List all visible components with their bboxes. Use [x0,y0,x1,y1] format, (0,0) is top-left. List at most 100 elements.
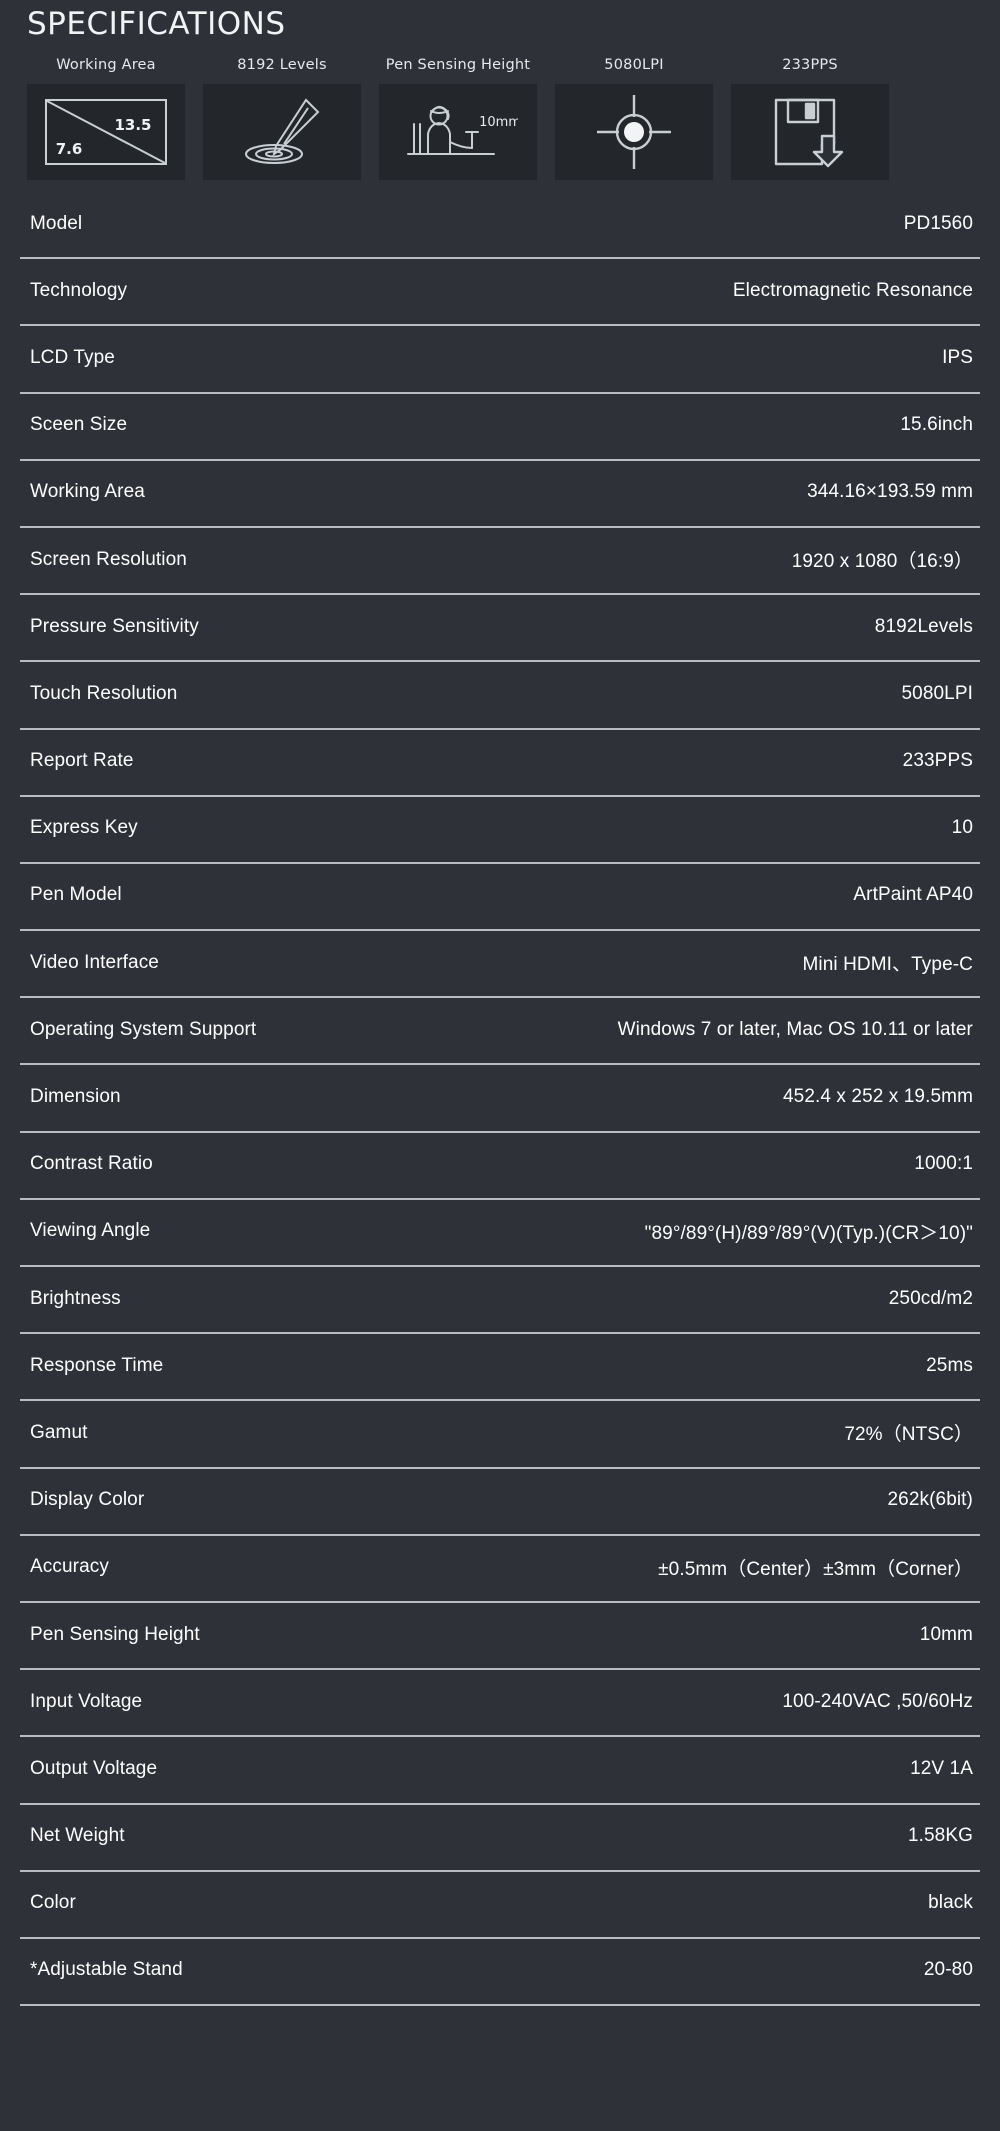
table-row: *Adjustable Stand 20-80 [0,1937,1000,2004]
table-row: Pressure Sensitivity 8192Levels [0,593,1000,660]
table-row: Dimension 452.4 x 252 x 19.5mm [0,1063,1000,1130]
spec-key: Working Area [30,481,145,503]
spec-value: 15.6inch [900,414,973,436]
table-row: Screen Resolution 1920 x 1080（16:9） [0,526,1000,593]
spec-value: ±0.5mm（Center）±3mm（Corner） [658,1554,973,1581]
svg-text:7.6: 7.6 [56,140,83,158]
spec-key: Model [30,213,82,235]
spec-key: Video Interface [30,952,159,974]
spec-key: Accuracy [30,1556,109,1578]
spec-key: Pressure Sensitivity [30,616,199,638]
spec-value: "89°/89°(H)/89°/89°(V)(Typ.)(CR＞10)" [645,1218,973,1245]
crosshair-target-icon [555,84,713,180]
spec-value: 25ms [926,1355,973,1377]
feature-working-area: Working Area 13.5 7.6 [27,57,185,180]
feature-label: 233PPS [782,57,838,73]
table-row: Viewing Angle "89°/89°(H)/89°/89°(V)(Typ… [0,1198,1000,1265]
report-rate-save-icon [731,84,889,180]
spec-value: 5080LPI [902,683,974,705]
spec-key: Response Time [30,1355,163,1377]
table-row: Report Rate 233PPS [0,728,1000,795]
feature-pressure-levels: 8192 Levels [203,57,361,180]
feature-pen-sensing-height: Pen Sensing Height 10m [379,57,537,180]
feature-label: Pen Sensing Height [386,57,530,73]
spec-value: 20-80 [924,1959,973,1981]
spec-value: PD1560 [904,213,973,235]
table-row: Brightness 250cd/m2 [0,1265,1000,1332]
table-row: Express Key 10 [0,795,1000,862]
spec-value: ArtPaint AP40 [853,884,973,906]
feature-touch-resolution: 5080LPI [555,57,713,180]
spec-key: Contrast Ratio [30,1153,153,1175]
table-row: Sceen Size 15.6inch [0,392,1000,459]
table-row: Model PD1560 [0,190,1000,257]
spec-value: 10mm [920,1624,973,1646]
spec-key: Input Voltage [30,1691,142,1713]
pen-hover-height-icon: 10mm [379,84,537,180]
specifications-page: SPECIFICATIONS Working Area 13.5 7.6 819… [0,0,1000,2131]
spec-value: 1.58KG [908,1825,973,1847]
spec-value: 262k(6bit) [888,1489,974,1511]
table-row: Working Area 344.16×193.59 mm [0,459,1000,526]
spec-key: Dimension [30,1086,121,1108]
table-row: Display Color 262k(6bit) [0,1467,1000,1534]
stylus-pressure-icon [203,84,361,180]
spec-value: 10 [952,817,973,839]
table-row: Response Time 25ms [0,1332,1000,1399]
table-row: Pen Sensing Height 10mm [0,1601,1000,1668]
table-bottom-divider [20,2004,980,2006]
spec-value: Electromagnetic Resonance [733,280,973,302]
spec-key: LCD Type [30,347,115,369]
spec-value: 344.16×193.59 mm [807,481,973,503]
spec-value: Windows 7 or later, Mac OS 10.11 or late… [618,1019,973,1041]
spec-value: 12V 1A [910,1758,973,1780]
feature-strip: Working Area 13.5 7.6 8192 Levels [27,57,973,180]
table-row: Gamut 72%（NTSC） [0,1399,1000,1466]
table-row: Color black [0,1870,1000,1937]
table-row: LCD Type IPS [0,324,1000,391]
spec-value: Mini HDMI、Type-C [802,949,973,976]
spec-key: Sceen Size [30,414,127,436]
spec-key: Touch Resolution [30,683,177,705]
specification-table: Model PD1560 Technology Electromagnetic … [0,190,1000,2006]
table-row: Input Voltage 100-240VAC ,50/60Hz [0,1668,1000,1735]
spec-key: Pen Model [30,884,122,906]
table-row: Output Voltage 12V 1A [0,1735,1000,1802]
feature-label: 5080LPI [604,57,663,73]
spec-key: Pen Sensing Height [30,1624,200,1646]
spec-value: IPS [942,347,973,369]
spec-value: 233PPS [903,750,973,772]
table-row: Pen Model ArtPaint AP40 [0,862,1000,929]
spec-key: Brightness [30,1288,121,1310]
spec-key: Net Weight [30,1825,125,1847]
spec-key: Viewing Angle [30,1220,150,1242]
spec-key: Output Voltage [30,1758,157,1780]
feature-report-rate: 233PPS [731,57,889,180]
spec-value: 72%（NTSC） [844,1419,973,1446]
page-title: SPECIFICATIONS [27,6,286,42]
spec-value: 250cd/m2 [889,1288,973,1310]
spec-key: Gamut [30,1422,88,1444]
svg-text:13.5: 13.5 [114,116,151,134]
spec-value: 452.4 x 252 x 19.5mm [783,1086,973,1108]
table-row: Operating System Support Windows 7 or la… [0,996,1000,1063]
spec-key: Operating System Support [30,1019,256,1041]
spec-key: Technology [30,280,127,302]
screen-diagonal-icon: 13.5 7.6 [27,84,185,180]
spec-key: Express Key [30,817,138,839]
table-row: Contrast Ratio 1000:1 [0,1131,1000,1198]
table-row: Video Interface Mini HDMI、Type-C [0,929,1000,996]
spec-value: 8192Levels [875,616,973,638]
spec-key: Color [30,1892,76,1914]
table-row: Touch Resolution 5080LPI [0,660,1000,727]
spec-key: *Adjustable Stand [30,1959,183,1981]
feature-label: Working Area [56,57,156,73]
spec-value: 100-240VAC ,50/60Hz [782,1691,973,1713]
spec-key: Screen Resolution [30,549,187,571]
feature-label: 8192 Levels [237,57,327,73]
spec-value: 1000:1 [914,1153,973,1175]
spec-value: black [928,1892,973,1914]
table-row: Accuracy ±0.5mm（Center）±3mm（Corner） [0,1534,1000,1601]
spec-key: Report Rate [30,750,134,772]
spec-key: Display Color [30,1489,144,1511]
